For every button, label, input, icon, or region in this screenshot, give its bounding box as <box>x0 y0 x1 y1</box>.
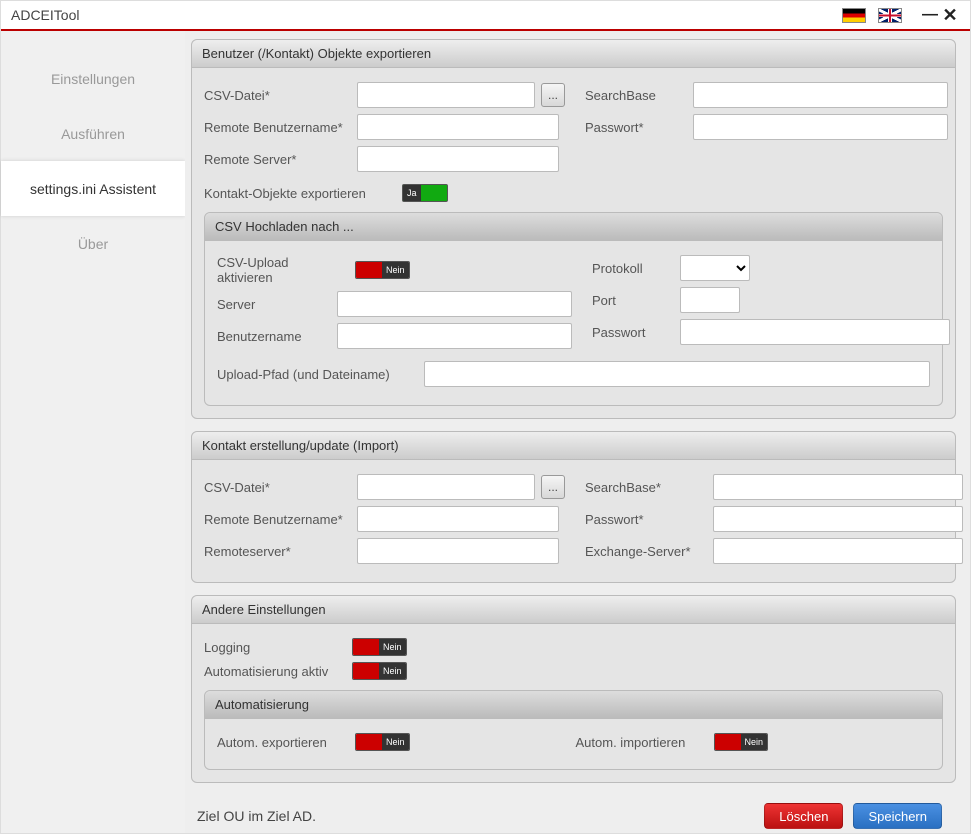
import-csv-input[interactable] <box>357 474 535 500</box>
language-flags <box>842 8 902 23</box>
sidebar-item-label: Einstellungen <box>51 71 135 87</box>
searchbase-label: SearchBase <box>585 88 685 103</box>
sidebar-item-label: settings.ini Assistent <box>30 181 156 197</box>
import-remote-server-input[interactable] <box>357 538 559 564</box>
upload-subpanel-title: CSV Hochladen nach ... <box>205 213 942 241</box>
sidebar-item-run[interactable]: Ausführen <box>1 106 185 161</box>
csv-file-label: CSV-Datei* <box>204 88 349 103</box>
port-label: Port <box>592 293 672 308</box>
import-remote-user-input[interactable] <box>357 506 559 532</box>
remote-user-input[interactable] <box>357 114 559 140</box>
sidebar-item-label: Ausführen <box>61 126 125 142</box>
flag-uk-icon[interactable] <box>878 8 902 23</box>
minimize-button[interactable]: — <box>920 6 940 24</box>
flag-de-icon[interactable] <box>842 8 866 23</box>
close-button[interactable]: ✕ <box>940 5 960 26</box>
upload-user-input[interactable] <box>337 323 572 349</box>
other-panel-title: Andere Einstellungen <box>192 596 955 624</box>
exchange-input[interactable] <box>713 538 963 564</box>
upload-password-label: Passwort <box>592 325 672 340</box>
logging-label: Logging <box>204 640 344 655</box>
import-searchbase-label: SearchBase* <box>585 480 705 495</box>
protocol-select[interactable] <box>680 255 750 281</box>
footer: Ziel OU im Ziel AD. Löschen Speichern <box>191 795 956 829</box>
auto-active-toggle[interactable]: Nein <box>352 662 407 680</box>
automation-subpanel: Automatisierung Autom. exportieren Nein … <box>204 690 943 770</box>
import-panel: Kontakt erstellung/update (Import) CSV-D… <box>191 431 956 583</box>
sidebar-item-label: Über <box>78 236 108 252</box>
window-title: ADCEITool <box>11 7 842 23</box>
toggle-label: Nein <box>382 262 409 278</box>
content-area: Benutzer (/Kontakt) Objekte exportieren … <box>185 31 970 833</box>
upload-password-input[interactable] <box>680 319 950 345</box>
remote-server-label: Remote Server* <box>204 152 349 167</box>
other-panel: Andere Einstellungen Logging Nein Automa… <box>191 595 956 783</box>
sidebar: Einstellungen Ausführen settings.ini Ass… <box>1 31 185 833</box>
save-button[interactable]: Speichern <box>853 803 942 829</box>
toggle-label: Nein <box>379 663 406 679</box>
exchange-label: Exchange-Server* <box>585 544 705 559</box>
auto-active-label: Automatisierung aktiv <box>204 664 344 679</box>
titlebar: ADCEITool — ✕ <box>1 1 970 31</box>
searchbase-input[interactable] <box>693 82 948 108</box>
upload-activate-label: CSV-Upload aktivieren <box>217 255 347 285</box>
import-csv-label: CSV-Datei* <box>204 480 349 495</box>
auto-import-label: Autom. importieren <box>576 735 706 750</box>
toggle-label: Ja <box>403 185 421 201</box>
remote-user-label: Remote Benutzername* <box>204 120 349 135</box>
auto-export-toggle[interactable]: Nein <box>355 733 410 751</box>
toggle-label: Nein <box>382 734 409 750</box>
sidebar-item-settings[interactable]: Einstellungen <box>1 51 185 106</box>
import-browse-button[interactable]: ... <box>541 475 565 499</box>
contact-export-toggle[interactable]: Ja <box>402 184 448 202</box>
remote-server-input[interactable] <box>357 146 559 172</box>
upload-server-label: Server <box>217 297 329 312</box>
contact-export-label: Kontakt-Objekte exportieren <box>204 186 394 201</box>
automation-subpanel-title: Automatisierung <box>205 691 942 719</box>
import-password-label: Passwort* <box>585 512 705 527</box>
upload-path-input[interactable] <box>424 361 930 387</box>
delete-button[interactable]: Löschen <box>764 803 843 829</box>
upload-user-label: Benutzername <box>217 329 329 344</box>
upload-server-input[interactable] <box>337 291 572 317</box>
auto-import-toggle[interactable]: Nein <box>714 733 769 751</box>
csv-file-input[interactable] <box>357 82 535 108</box>
browse-button[interactable]: ... <box>541 83 565 107</box>
upload-activate-toggle[interactable]: Nein <box>355 261 410 279</box>
toggle-label: Nein <box>741 734 768 750</box>
upload-path-label: Upload-Pfad (und Dateiname) <box>217 367 416 382</box>
password-label: Passwort* <box>585 120 685 135</box>
toggle-label: Nein <box>379 639 406 655</box>
upload-subpanel: CSV Hochladen nach ... CSV-Upload aktivi… <box>204 212 943 406</box>
port-input[interactable] <box>680 287 740 313</box>
sidebar-item-about[interactable]: Über <box>1 216 185 271</box>
import-searchbase-input[interactable] <box>713 474 963 500</box>
export-panel: Benutzer (/Kontakt) Objekte exportieren … <box>191 39 956 419</box>
import-remote-user-label: Remote Benutzername* <box>204 512 349 527</box>
import-password-input[interactable] <box>713 506 963 532</box>
app-window: ADCEITool — ✕ Einstellungen Ausführen se… <box>0 0 971 834</box>
protocol-label: Protokoll <box>592 261 672 276</box>
status-text: Ziel OU im Ziel AD. <box>197 808 754 824</box>
import-panel-title: Kontakt erstellung/update (Import) <box>192 432 955 460</box>
export-panel-title: Benutzer (/Kontakt) Objekte exportieren <box>192 40 955 68</box>
logging-toggle[interactable]: Nein <box>352 638 407 656</box>
import-remote-server-label: Remoteserver* <box>204 544 349 559</box>
auto-export-label: Autom. exportieren <box>217 735 347 750</box>
sidebar-item-assistant[interactable]: settings.ini Assistent <box>1 161 185 216</box>
password-input[interactable] <box>693 114 948 140</box>
